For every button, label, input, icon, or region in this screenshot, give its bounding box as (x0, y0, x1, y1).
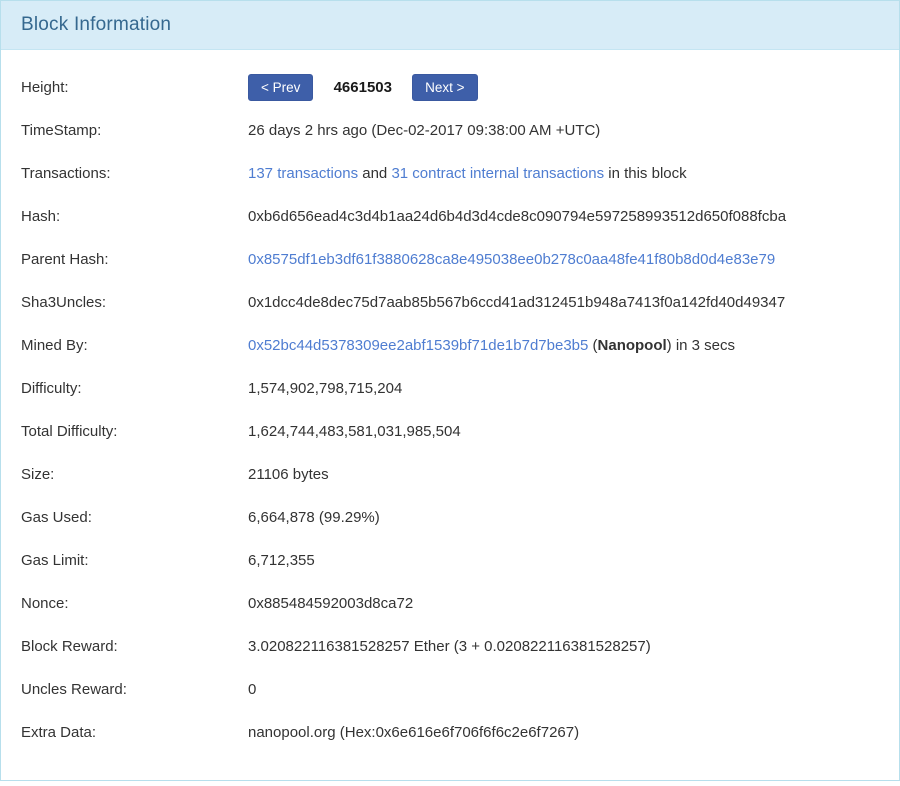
parent-hash-label: Parent Hash: (21, 251, 248, 268)
gas-limit-value: 6,712,355 (248, 552, 879, 569)
next-block-button[interactable]: Next > (412, 74, 477, 102)
row-sha3uncles: Sha3Uncles: 0x1dcc4de8dec75d7aab85b567b6… (21, 281, 879, 324)
extra-data-value: nanopool.org (Hex:0x6e616e6f706f6f6c2e6f… (248, 724, 879, 741)
sha3uncles-value: 0x1dcc4de8dec75d7aab85b567b6ccd41ad31245… (248, 294, 879, 311)
nonce-label: Nonce: (21, 595, 248, 612)
uncles-reward-label: Uncles Reward: (21, 681, 248, 698)
row-parent-hash: Parent Hash: 0x8575df1eb3df61f3880628ca8… (21, 238, 879, 281)
row-uncles-reward: Uncles Reward: 0 (21, 668, 879, 711)
miner-pre-bold-text: ( (588, 337, 597, 354)
block-information-panel: Block Information Height: < Prev 4661503… (0, 0, 900, 781)
transactions-value: 137 transactions and 31 contract interna… (248, 165, 879, 182)
page-title: Block Information (21, 14, 171, 36)
row-gas-limit: Gas Limit: 6,712,355 (21, 539, 879, 582)
total-difficulty-label: Total Difficulty: (21, 423, 248, 440)
row-timestamp: TimeStamp: 26 days 2 hrs ago (Dec-02-201… (21, 109, 879, 152)
mined-by-value: 0x52bc44d5378309ee2abf1539bf71de1b7d7be3… (248, 337, 879, 354)
extra-data-label: Extra Data: (21, 724, 248, 741)
uncles-reward-value: 0 (248, 681, 879, 698)
hash-value: 0xb6d656ead4c3d4b1aa24d6b4d3d4cde8c09079… (248, 208, 879, 225)
row-transactions: Transactions: 137 transactions and 31 co… (21, 152, 879, 195)
gas-used-value: 6,664,878 (99.29%) (248, 509, 879, 526)
panel-header: Block Information (1, 1, 899, 50)
block-reward-value: 3.020822116381528257 Ether (3 + 0.020822… (248, 638, 879, 655)
transactions-mid-text: and (358, 165, 391, 182)
row-size: Size: 21106 bytes (21, 453, 879, 496)
row-mined-by: Mined By: 0x52bc44d5378309ee2abf1539bf71… (21, 324, 879, 367)
prev-block-button[interactable]: < Prev (248, 74, 313, 102)
row-height: Height: < Prev 4661503 Next > (21, 66, 879, 109)
transactions-link[interactable]: 137 transactions (248, 165, 358, 182)
gas-limit-label: Gas Limit: (21, 552, 248, 569)
timestamp-label: TimeStamp: (21, 122, 248, 139)
transactions-suffix-text: in this block (604, 165, 687, 182)
row-extra-data: Extra Data: nanopool.org (Hex:0x6e616e6f… (21, 711, 879, 754)
hash-label: Hash: (21, 208, 248, 225)
row-gas-used: Gas Used: 6,664,878 (99.29%) (21, 496, 879, 539)
miner-post-bold-text: ) in 3 secs (667, 337, 735, 354)
row-hash: Hash: 0xb6d656ead4c3d4b1aa24d6b4d3d4cde8… (21, 195, 879, 238)
size-value: 21106 bytes (248, 466, 879, 483)
block-height-value: 4661503 (334, 79, 392, 96)
row-difficulty: Difficulty: 1,574,902,798,715,204 (21, 367, 879, 410)
size-label: Size: (21, 466, 248, 483)
height-label: Height: (21, 79, 248, 96)
block-reward-label: Block Reward: (21, 638, 248, 655)
miner-name: Nanopool (598, 337, 667, 354)
gas-used-label: Gas Used: (21, 509, 248, 526)
miner-address-link[interactable]: 0x52bc44d5378309ee2abf1539bf71de1b7d7be3… (248, 337, 588, 354)
transactions-label: Transactions: (21, 165, 248, 182)
sha3uncles-label: Sha3Uncles: (21, 294, 248, 311)
nonce-value: 0x885484592003d8ca72 (248, 595, 879, 612)
height-value-group: < Prev 4661503 Next > (248, 74, 879, 102)
panel-body: Height: < Prev 4661503 Next > TimeStamp:… (1, 50, 899, 764)
difficulty-value: 1,574,902,798,715,204 (248, 380, 879, 397)
difficulty-label: Difficulty: (21, 380, 248, 397)
row-total-difficulty: Total Difficulty: 1,624,744,483,581,031,… (21, 410, 879, 453)
internal-transactions-link[interactable]: 31 contract internal transactions (391, 165, 604, 182)
timestamp-value: 26 days 2 hrs ago (Dec-02-2017 09:38:00 … (248, 122, 879, 139)
row-nonce: Nonce: 0x885484592003d8ca72 (21, 582, 879, 625)
total-difficulty-value: 1,624,744,483,581,031,985,504 (248, 423, 879, 440)
row-block-reward: Block Reward: 3.020822116381528257 Ether… (21, 625, 879, 668)
parent-hash-value: 0x8575df1eb3df61f3880628ca8e495038ee0b27… (248, 251, 879, 268)
mined-by-label: Mined By: (21, 337, 248, 354)
parent-hash-link[interactable]: 0x8575df1eb3df61f3880628ca8e495038ee0b27… (248, 251, 775, 268)
